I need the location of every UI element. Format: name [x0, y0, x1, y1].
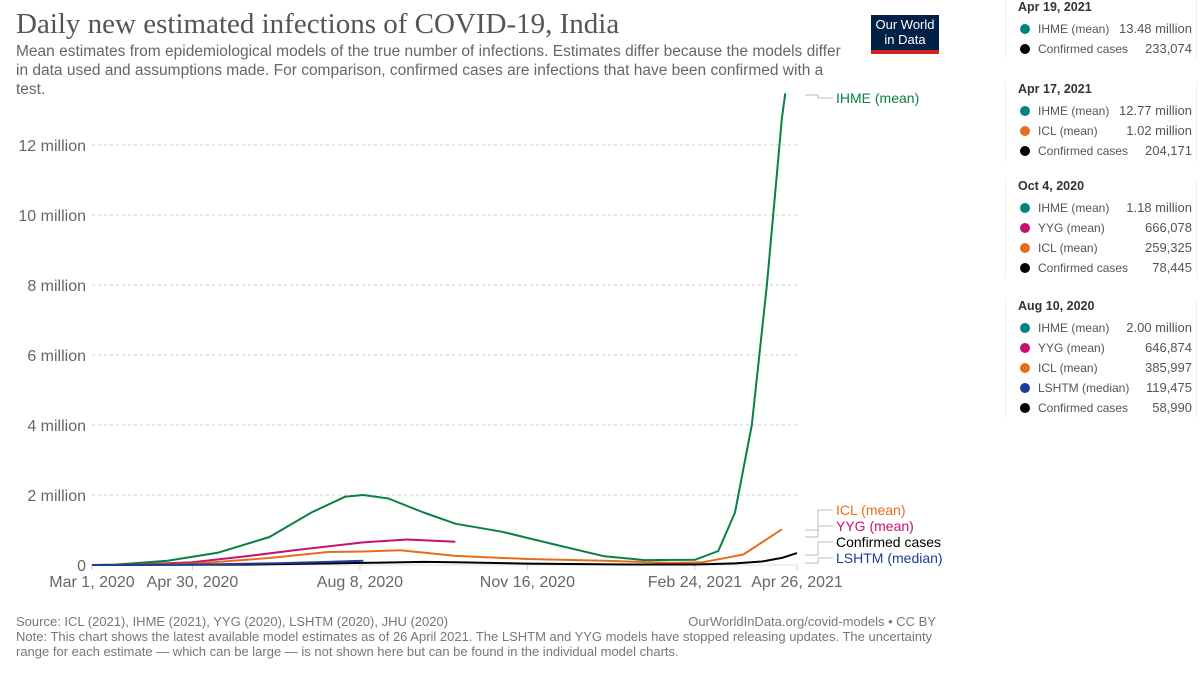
tooltip-value: 119,475 — [1145, 380, 1192, 395]
tooltip-value: 78,445 — [1152, 260, 1192, 275]
tooltip-series-name: ICL (mean) — [1038, 241, 1098, 255]
tooltip-series-name: IHME (mean) — [1038, 201, 1110, 215]
legend-dot-icon — [1020, 126, 1030, 136]
tooltip-row: Confirmed cases 58,990 — [1006, 398, 1196, 418]
gridlines — [92, 144, 797, 566]
tooltip-value: 646,874 — [1145, 340, 1192, 355]
legend-dot-icon — [1020, 363, 1030, 373]
tooltip-value: 1.18 million — [1126, 200, 1192, 215]
label-connector — [805, 557, 833, 564]
tooltip-value: 233,074 — [1145, 41, 1192, 56]
x-axis-ticks: Mar 1, 2020 Apr 30, 2020 Aug 8, 2020 Nov 16… — [49, 565, 843, 591]
legend-dot-icon — [1020, 44, 1030, 54]
legend-dot-icon — [1020, 243, 1030, 253]
series-label: ICL (mean) — [836, 502, 906, 518]
tooltip-row: YYG (mean) 646,874 — [1006, 338, 1196, 358]
note-text: Note: This chart shows the latest availa… — [16, 629, 933, 659]
tooltip-series-name: IHME (mean) — [1038, 321, 1110, 335]
y-tick-label: 6 million — [27, 348, 86, 365]
tooltip-row: Confirmed cases 204,171 — [1006, 141, 1196, 161]
legend-dot-icon — [1020, 403, 1030, 413]
y-tick-label: 2 million — [27, 488, 86, 505]
legend-dot-icon — [1020, 383, 1030, 393]
series-labels: IHME (mean) YYG (mean)ICL (mean) Confirmed… — [805, 90, 943, 566]
x-tick-label: Nov 16, 2020 — [480, 574, 575, 591]
legend-dot-icon — [1020, 223, 1030, 233]
tooltip-date: Aug 10, 2020 — [1018, 299, 1095, 313]
y-tick-label: 12 million — [18, 138, 86, 155]
y-tick-label: 0 — [77, 558, 86, 575]
tooltip-date: Apr 19, 2021 — [1018, 0, 1092, 14]
tooltip-card: Apr 19, 2021 IHME (mean) 13.48 million Conf… — [1005, 0, 1197, 59]
tooltip-date: Oct 4, 2020 — [1018, 179, 1085, 193]
legend-dot-icon — [1020, 24, 1030, 34]
tooltip-value: 204,171 — [1145, 143, 1192, 158]
tooltip-row: LSHTM (median) 119,475 — [1006, 378, 1196, 398]
line-chart: 0 2 million 4 million 6 million 8 million 10 … — [18, 90, 943, 591]
tooltip-row: IHME (mean) 12.77 million — [1006, 101, 1196, 121]
tooltip-card: Aug 10, 2020 IHME (mean) 2.00 million YYG (… — [1005, 299, 1197, 418]
source-link[interactable]: OurWorldInData.org/covid-models • CC BY — [688, 614, 936, 629]
legend-dot-icon — [1020, 263, 1030, 273]
legend-dot-icon — [1020, 146, 1030, 156]
x-tick-label: Apr 26, 2021 — [751, 574, 843, 591]
tooltip-value: 13.48 million — [1119, 21, 1192, 36]
series-line-yyg-mean — [123, 538, 456, 566]
tooltip-row: IHME (mean) 2.00 million — [1006, 318, 1196, 338]
tooltip-series-name: YYG (mean) — [1038, 221, 1105, 235]
tooltip-row: IHME (mean) 13.48 million — [1006, 19, 1196, 39]
series-label: YYG (mean) — [836, 518, 914, 534]
series-label: Confirmed cases — [836, 534, 941, 550]
series-label: IHME (mean) — [836, 90, 919, 106]
legend-dot-icon — [1020, 323, 1030, 333]
tooltip-series-name: LSHTM (median) — [1038, 381, 1130, 395]
tooltip-series-name: ICL (mean) — [1038, 124, 1098, 138]
legend-dot-icon — [1020, 343, 1030, 353]
tooltip-row: ICL (mean) 1.02 million — [1006, 121, 1196, 141]
label-connector — [805, 94, 833, 99]
tooltip-date: Apr 17, 2021 — [1018, 82, 1092, 96]
tooltip-row: IHME (mean) 1.18 million — [1006, 198, 1196, 218]
x-tick-label: Mar 1, 2020 — [49, 574, 134, 591]
tooltip-series-name: IHME (mean) — [1038, 104, 1110, 118]
y-tick-label: 8 million — [27, 278, 86, 295]
y-tick-label: 10 million — [18, 208, 86, 225]
x-tick-label: Apr 30, 2020 — [147, 574, 239, 591]
tooltip-series-name: Confirmed cases — [1038, 144, 1129, 158]
tooltip-row: ICL (mean) 385,997 — [1006, 358, 1196, 378]
label-connector — [805, 509, 833, 531]
x-tick-label: Aug 8, 2020 — [317, 574, 403, 591]
label-connector — [805, 525, 833, 538]
x-tick-label: Feb 24, 2021 — [648, 574, 742, 591]
footer: Source: ICL (2021), IHME (2021), YYG (20… — [16, 614, 936, 659]
tooltip-card: Oct 4, 2020 IHME (mean) 1.18 million YYG (m… — [1005, 179, 1197, 278]
tooltip-value: 259,325 — [1145, 240, 1192, 255]
series-line-ihme-mean — [115, 93, 787, 566]
tooltip-value: 1.02 million — [1126, 123, 1192, 138]
tooltip-value: 666,078 — [1145, 220, 1192, 235]
tooltip-value: 12.77 million — [1119, 103, 1192, 118]
tooltip-series-name: IHME (mean) — [1038, 22, 1110, 36]
y-tick-label: 4 million — [27, 418, 86, 435]
y-axis-ticks: 0 2 million 4 million 6 million 8 million 10 … — [18, 138, 86, 575]
series-label: LSHTM (median) — [836, 550, 943, 566]
tooltip-row: YYG (mean) 666,078 — [1006, 218, 1196, 238]
tooltip-series-name: ICL (mean) — [1038, 361, 1098, 375]
tooltip-value: 385,997 — [1145, 360, 1192, 375]
tooltip-series-name: YYG (mean) — [1038, 341, 1105, 355]
legend-dot-icon — [1020, 203, 1030, 213]
tooltip-series-name: Confirmed cases — [1038, 261, 1129, 275]
tooltip-card: Apr 17, 2021 IHME (mean) 12.77 million ICL … — [1005, 82, 1197, 161]
tooltip-row: Confirmed cases 78,445 — [1006, 258, 1196, 278]
tooltip-series-name: Confirmed cases — [1038, 42, 1129, 56]
tooltip-row: Confirmed cases 233,074 — [1006, 39, 1196, 59]
tooltip-series-name: Confirmed cases — [1038, 401, 1129, 415]
tooltip-value: 58,990 — [1152, 400, 1192, 415]
tooltip-row: ICL (mean) 259,325 — [1006, 238, 1196, 258]
legend-dot-icon — [1020, 106, 1030, 116]
label-connector — [805, 541, 833, 556]
series-lines — [91, 93, 798, 566]
tooltip-value: 2.00 million — [1126, 320, 1192, 335]
